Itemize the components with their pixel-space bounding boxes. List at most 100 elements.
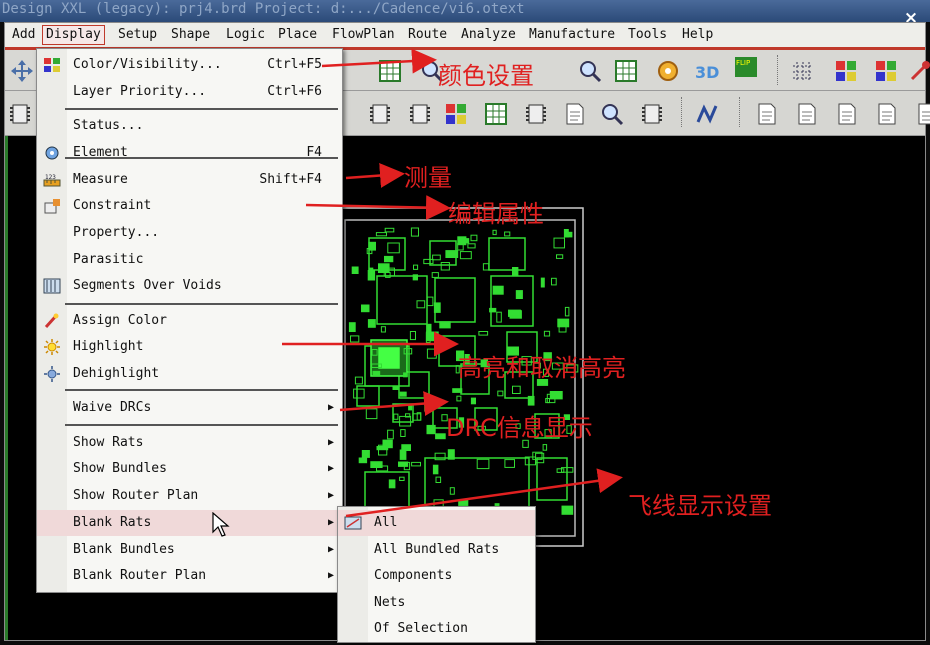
menu-item-label: Dehighlight (73, 366, 160, 381)
pcb-pad (403, 372, 408, 378)
menu-item-label: Segments Over Voids (73, 278, 222, 293)
annotation-measure: 测量 (404, 164, 452, 192)
menu-item-dehighlight[interactable]: Dehighlight (37, 361, 340, 387)
pcb-shape (488, 237, 526, 271)
menu-place[interactable]: Place (275, 26, 320, 44)
menu-item-segments-over-voids[interactable]: Segments Over Voids (37, 273, 340, 299)
toolbar-separator (777, 55, 780, 85)
color-button[interactable] (831, 56, 861, 86)
menu-item-label: Color/Visibility... (73, 57, 222, 72)
report-icon-1 (798, 103, 816, 125)
menu-item-label: Assign Color (73, 313, 167, 328)
pcb-pad (411, 461, 422, 467)
menu-item-element[interactable]: Element F4 (37, 140, 340, 166)
menu-item-parasitic[interactable]: Parasitic (37, 247, 340, 273)
pcb-pad (508, 309, 521, 317)
zoom-fit-button[interactable] (575, 56, 605, 86)
menu-display[interactable]: Display (42, 25, 105, 45)
pcb-pad (542, 444, 548, 451)
redraw-button[interactable] (653, 56, 683, 86)
move-button[interactable] (7, 56, 37, 86)
menu-item-label: Status... (73, 118, 144, 133)
array-button-b7[interactable] (637, 99, 667, 129)
menu-setup[interactable]: Setup (115, 26, 160, 44)
color-visibility-icon (44, 58, 60, 72)
net-button-b5[interactable] (559, 99, 589, 129)
placement-button-b1[interactable] (405, 99, 435, 129)
pcb-pad (457, 236, 467, 246)
layers-button[interactable] (871, 56, 901, 86)
camera-button-b4[interactable] (521, 99, 551, 129)
pcb-pad (351, 266, 359, 274)
menu-item-show-bundles[interactable]: Show Bundles ▶ (37, 456, 340, 482)
pin-button-b2[interactable] (441, 99, 471, 129)
pcb-pad (384, 255, 394, 263)
pcb-pad (423, 258, 434, 265)
menu-item-blank-rats[interactable]: Blank Rats ▶ (37, 510, 340, 536)
grid-view-button[interactable] (375, 56, 405, 86)
menu-item-blank-router-plan[interactable]: Blank Router Plan ▶ (37, 563, 340, 589)
pcb-pad (365, 408, 378, 420)
route-button[interactable] (693, 99, 723, 129)
pcb-pad (435, 476, 442, 484)
color-icon (836, 61, 856, 81)
submenu-item-of-selection[interactable]: Of Selection (338, 616, 535, 642)
pcb-pad (370, 461, 383, 469)
menu-item-label: Blank Rats (73, 515, 152, 530)
menu-add[interactable]: Add (9, 26, 38, 44)
menu-item-show-router-plan[interactable]: Show Router Plan ▶ (37, 483, 340, 509)
assign-color-button[interactable] (905, 56, 930, 86)
menu-item-assign-color[interactable]: Assign Color (37, 308, 340, 334)
menu-manufacture[interactable]: Manufacture (526, 26, 618, 44)
menu-item-constraint[interactable]: Constraint (37, 193, 340, 219)
report-button-2[interactable] (831, 99, 861, 129)
menu-item-show-rats[interactable]: Show Rats ▶ (37, 430, 340, 456)
component-button[interactable] (5, 99, 35, 129)
zoom-world-button[interactable] (611, 56, 641, 86)
submenu-item-label: Components (374, 568, 453, 583)
menu-item-color-visibility[interactable]: Color/Visibility... Ctrl+F5 (37, 52, 340, 78)
menu-item-shortcut: Ctrl+F5 (267, 57, 322, 72)
menu-item-highlight[interactable]: Highlight (37, 334, 340, 360)
assign-color-icon (910, 61, 930, 81)
pcb-pad (563, 229, 569, 238)
submenu-item-components[interactable]: Components (338, 563, 535, 589)
submenu-item-all[interactable]: All (338, 510, 535, 536)
edit-button-b0[interactable] (365, 99, 395, 129)
zoom-world-icon (615, 60, 637, 82)
menu-item-measure[interactable]: 123 Measure Shift+F4 (37, 167, 340, 193)
report-button-1[interactable] (791, 99, 821, 129)
report-button-0[interactable] (751, 99, 781, 129)
menu-help[interactable]: Help (679, 26, 716, 44)
submenu-item-nets[interactable]: Nets (338, 590, 535, 616)
flip-button[interactable]: FLIP (731, 52, 761, 82)
menu-item-waive-drcs[interactable]: Waive DRCs ▶ (37, 395, 340, 421)
menu-item-property[interactable]: Property... (37, 220, 340, 246)
pcb-shape (376, 275, 428, 325)
menu-item-status[interactable]: Status... (37, 113, 340, 139)
pcb-pad (387, 242, 400, 254)
menu-item-layer-priority[interactable]: Layer Priority... Ctrl+F6 (37, 79, 340, 105)
menu-logic[interactable]: Logic (223, 26, 268, 44)
report-icon-4 (918, 103, 930, 125)
grid-toggle-button[interactable] (787, 56, 817, 86)
pcb-pad (515, 290, 523, 300)
menu-route[interactable]: Route (405, 26, 450, 44)
annotation-drc: DRC信息显示 (446, 414, 593, 442)
pcb-pad (350, 335, 360, 343)
menu-shape[interactable]: Shape (168, 26, 213, 44)
submenu-item-label: Nets (374, 595, 406, 610)
view-3d-button[interactable]: 3D (691, 56, 721, 86)
menu-flowplan[interactable]: FlowPlan (329, 26, 398, 44)
report-button-4[interactable] (911, 99, 930, 129)
menu-tools[interactable]: Tools (625, 26, 670, 44)
menu-item-blank-bundles[interactable]: Blank Bundles ▶ (37, 537, 340, 563)
report-button-3[interactable] (871, 99, 901, 129)
text-button-b6[interactable] (597, 99, 627, 129)
pcb-pad (412, 274, 419, 281)
swap-button-b3[interactable] (481, 99, 511, 129)
submenu-item-all-bundled-rats[interactable]: All Bundled Rats (338, 537, 535, 563)
pcb-pad (431, 272, 439, 278)
constraint-icon (44, 199, 60, 214)
menu-analyze[interactable]: Analyze (458, 26, 519, 44)
